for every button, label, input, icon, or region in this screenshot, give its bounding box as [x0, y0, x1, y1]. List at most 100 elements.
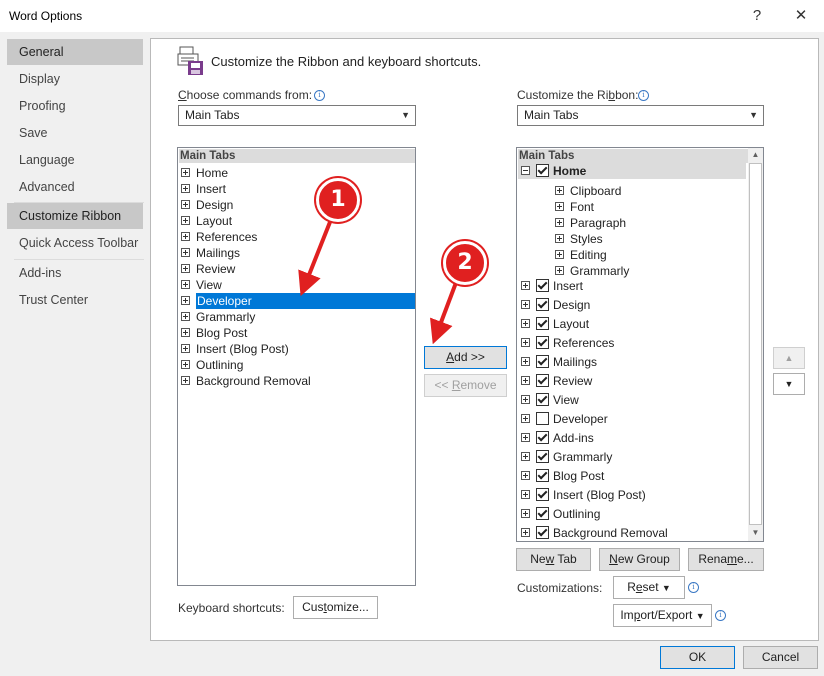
expand-icon[interactable]: [521, 490, 530, 500]
sidebar-item-general[interactable]: General: [7, 39, 143, 65]
ok-button[interactable]: OK: [660, 646, 735, 669]
tree-item[interactable]: References: [521, 335, 614, 351]
expand-icon[interactable]: [181, 296, 190, 306]
tree-group-item[interactable]: Font: [555, 199, 594, 215]
expand-icon[interactable]: [181, 280, 190, 290]
expand-icon[interactable]: [181, 344, 190, 354]
tree-group-item[interactable]: Grammarly: [555, 263, 629, 279]
tree-group-item[interactable]: Paragraph: [555, 215, 626, 231]
checkbox[interactable]: [536, 298, 549, 312]
sidebar-item-language[interactable]: Language: [7, 147, 143, 173]
move-down-button[interactable]: ▼: [773, 373, 805, 395]
sidebar-item-proofing[interactable]: Proofing: [7, 93, 143, 119]
list-item[interactable]: Layout: [181, 213, 415, 229]
list-item[interactable]: Home: [181, 165, 415, 181]
scroll-up-arrow-icon[interactable]: ▲: [748, 150, 763, 159]
checkbox[interactable]: [536, 488, 549, 502]
expand-icon[interactable]: [181, 184, 190, 194]
expand-icon[interactable]: [521, 281, 530, 291]
expand-icon[interactable]: [181, 200, 190, 210]
scroll-thumb[interactable]: [749, 163, 762, 525]
list-item[interactable]: Design: [181, 197, 415, 213]
expand-icon[interactable]: [521, 319, 530, 329]
commands-list[interactable]: Main Tabs Home Insert Design Layout Referenc…: [177, 147, 416, 586]
checkbox[interactable]: [536, 469, 549, 483]
reset-button[interactable]: Reset ▼: [613, 576, 685, 599]
expand-icon[interactable]: [181, 360, 190, 370]
expand-icon[interactable]: [521, 338, 530, 348]
expand-icon[interactable]: [181, 232, 190, 242]
list-item[interactable]: Insert: [181, 181, 415, 197]
cancel-button[interactable]: Cancel: [743, 646, 818, 669]
sidebar-item-quick-access-toolbar[interactable]: Quick Access Toolbar: [7, 230, 143, 256]
tree-item[interactable]: Outlining: [521, 506, 600, 522]
expand-icon[interactable]: [555, 218, 564, 228]
checkbox[interactable]: [536, 279, 549, 293]
move-up-button[interactable]: ▲: [773, 347, 805, 369]
tree-item[interactable]: Background Removal: [521, 525, 668, 541]
expand-icon[interactable]: [521, 357, 530, 367]
checkbox[interactable]: [536, 450, 549, 464]
checkbox[interactable]: [536, 355, 549, 369]
sidebar-item-display[interactable]: Display: [7, 66, 143, 92]
expand-icon[interactable]: [521, 300, 530, 310]
rename-button[interactable]: Rename...: [688, 548, 764, 571]
expand-icon[interactable]: [181, 264, 190, 274]
list-item[interactable]: Review: [181, 261, 415, 277]
tree-group-item[interactable]: Editing: [555, 247, 607, 263]
list-item[interactable]: Outlining: [181, 357, 415, 373]
tree-group-item[interactable]: Styles: [555, 231, 603, 247]
list-item[interactable]: Blog Post: [181, 325, 415, 341]
import-export-button[interactable]: Import/Export ▼: [613, 604, 712, 627]
tree-item[interactable]: Insert (Blog Post): [521, 487, 646, 503]
checkbox[interactable]: [536, 526, 549, 540]
list-item[interactable]: References: [181, 229, 415, 245]
tree-item[interactable]: Layout: [521, 316, 589, 332]
list-item[interactable]: Developer: [181, 293, 415, 309]
expand-icon[interactable]: [555, 234, 564, 244]
checkbox[interactable]: [536, 393, 549, 407]
expand-icon[interactable]: [555, 250, 564, 260]
expand-icon[interactable]: [181, 328, 190, 338]
sidebar-item-advanced[interactable]: Advanced: [7, 174, 143, 200]
checkbox[interactable]: [536, 431, 549, 445]
checkbox[interactable]: [536, 336, 549, 350]
collapse-icon[interactable]: [521, 166, 530, 176]
new-group-button[interactable]: New Group: [599, 548, 680, 571]
tree-item[interactable]: Design: [521, 297, 590, 313]
expand-icon[interactable]: [521, 509, 530, 519]
customize-ribbon-combo[interactable]: Main Tabs ▼: [517, 105, 764, 126]
tree-item[interactable]: Developer: [521, 411, 608, 427]
tree-item[interactable]: Insert: [521, 278, 583, 294]
expand-icon[interactable]: [181, 248, 190, 258]
expand-icon[interactable]: [181, 216, 190, 226]
help-button[interactable]: ?: [743, 4, 771, 28]
tree-item[interactable]: Grammarly: [521, 449, 612, 465]
expand-icon[interactable]: [521, 528, 530, 538]
list-item[interactable]: Background Removal: [181, 373, 415, 389]
expand-icon[interactable]: [555, 202, 564, 212]
expand-icon[interactable]: [521, 452, 530, 462]
remove-button[interactable]: << Remove: [424, 374, 507, 397]
tree-item[interactable]: View: [521, 392, 579, 408]
sidebar-item-customize-ribbon[interactable]: Customize Ribbon: [7, 203, 143, 229]
sidebar-item-trust-center[interactable]: Trust Center: [7, 287, 143, 313]
list-item[interactable]: Mailings: [181, 245, 415, 261]
close-button[interactable]: ✕: [787, 4, 815, 28]
expand-icon[interactable]: [555, 186, 564, 196]
add-button[interactable]: Add >>: [424, 346, 507, 369]
new-tab-button[interactable]: New Tab: [516, 548, 591, 571]
info-icon[interactable]: i: [688, 582, 699, 593]
tree-item[interactable]: Add-ins: [521, 430, 594, 446]
tree-scrollbar[interactable]: ▲ ▼: [748, 148, 763, 541]
scroll-down-arrow-icon[interactable]: ▼: [748, 528, 763, 537]
tree-group-item[interactable]: Clipboard: [555, 183, 621, 199]
info-icon[interactable]: i: [314, 90, 325, 101]
checkbox[interactable]: [536, 412, 549, 426]
checkbox[interactable]: [536, 507, 549, 521]
info-icon[interactable]: i: [638, 90, 649, 101]
expand-icon[interactable]: [181, 376, 190, 386]
checkbox[interactable]: [536, 317, 549, 331]
sidebar-item-add-ins[interactable]: Add-ins: [7, 260, 143, 286]
expand-icon[interactable]: [521, 414, 530, 424]
